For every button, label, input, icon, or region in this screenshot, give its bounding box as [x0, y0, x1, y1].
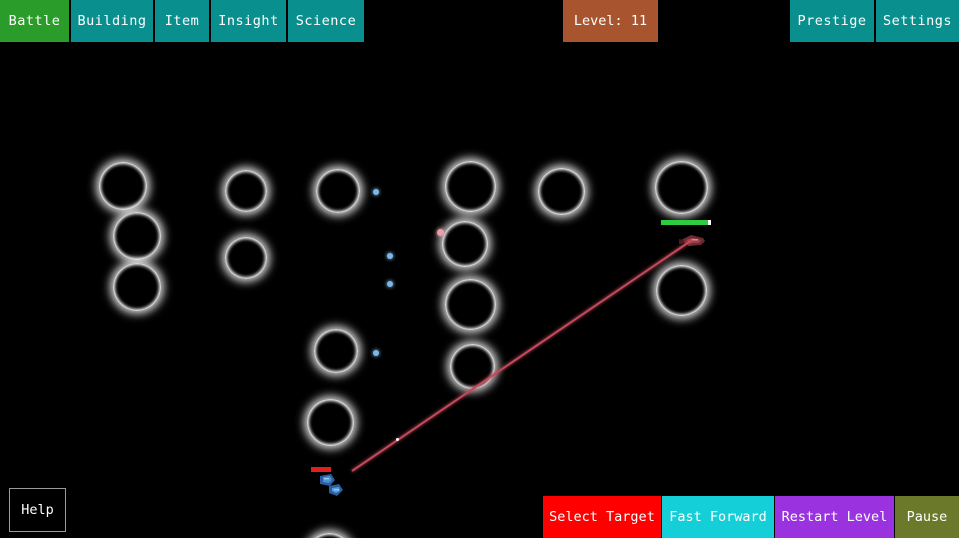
- game-screen: Battle Building Item Insight Science Level: …: [0, 0, 959, 538]
- help-button-label: Help: [21, 502, 54, 518]
- unit-glow-ring: [113, 263, 161, 311]
- nav-tab-item[interactable]: Item: [155, 0, 209, 42]
- nav-tab-settings[interactable]: Settings: [876, 0, 959, 42]
- help-button[interactable]: Help: [9, 488, 66, 532]
- nav-tab-label: Science: [295, 13, 357, 29]
- unit-glow-ring: [99, 162, 147, 210]
- projectile-blue-3: [387, 281, 393, 287]
- unit-glow-ring: [538, 168, 585, 215]
- projectile-blue-1: [373, 189, 379, 195]
- unit-glow-ring: [307, 399, 354, 446]
- unit-glow-ring: [225, 170, 267, 212]
- enemy-rock-3[interactable]: [538, 168, 585, 215]
- nav-tab-building[interactable]: Building: [71, 0, 153, 42]
- enemy-ship-4[interactable]: [656, 265, 707, 316]
- nav-tab-label: Settings: [882, 13, 953, 29]
- laser-impact-spark: [396, 438, 399, 441]
- unit-glow-ring: [306, 533, 353, 538]
- unit-glow-ring: [656, 265, 707, 316]
- battlefield[interactable]: Help: [0, 42, 959, 538]
- ally-ship-6[interactable]: [316, 169, 360, 213]
- nav-tab-battle[interactable]: Battle: [0, 0, 69, 42]
- top-navigation-bar: Battle Building Item Insight Science Level: …: [0, 0, 959, 42]
- unit-glow-ring: [442, 221, 488, 267]
- health-bar-fill: [661, 220, 708, 225]
- action-button-select-target[interactable]: Select Target: [543, 496, 661, 538]
- enemy-fighter-firing[interactable]: [679, 231, 707, 251]
- level-label: Level: 11: [573, 13, 648, 29]
- action-button-label: Select Target: [549, 509, 655, 525]
- enemy-rock-1[interactable]: [445, 161, 496, 212]
- ally-ship-7[interactable]: [314, 329, 358, 373]
- unit-glow-ring: [445, 279, 496, 330]
- unit-glow-ring: [316, 169, 360, 213]
- nav-tab-prestige[interactable]: Prestige: [790, 0, 874, 42]
- ally-ship-3[interactable]: [113, 263, 161, 311]
- ally-ship-1[interactable]: [99, 162, 147, 210]
- ally-health-bar: [311, 467, 331, 472]
- projectile-blue-4: [373, 350, 379, 356]
- action-button-label: Pause: [906, 509, 948, 525]
- unit-glow-ring: [225, 237, 267, 279]
- ally-ship-9[interactable]: [306, 533, 353, 538]
- enemy-ship-1[interactable]: [442, 221, 488, 267]
- enemy-ship-3[interactable]: [655, 161, 708, 214]
- enemy-health-bar: [661, 220, 711, 225]
- unit-glow-ring: [314, 329, 358, 373]
- enemy-rock-2[interactable]: [445, 279, 496, 330]
- unit-glow-ring: [445, 161, 496, 212]
- action-button-fast-forward[interactable]: Fast Forward: [662, 496, 774, 538]
- health-bar-fill: [311, 467, 331, 472]
- unit-glow-ring: [450, 344, 495, 389]
- action-button-label: Restart Level: [781, 509, 888, 525]
- enemy-ship-2[interactable]: [450, 344, 495, 389]
- ally-ship-4[interactable]: [225, 170, 267, 212]
- level-indicator: Level: 11: [563, 0, 658, 42]
- ally-ship-5[interactable]: [225, 237, 267, 279]
- nav-tab-label: Building: [77, 13, 147, 29]
- ally-ship-2[interactable]: [113, 212, 161, 260]
- nav-tab-label: Item: [164, 13, 200, 29]
- nav-tab-label: Battle: [8, 13, 61, 29]
- nav-tab-label: Insight: [218, 13, 279, 29]
- projectile-blue-2: [387, 253, 393, 259]
- nav-tab-insight[interactable]: Insight: [211, 0, 286, 42]
- enemy-laser-beam: [351, 239, 693, 472]
- projectile-pink-1: [437, 229, 444, 236]
- nav-tab-science[interactable]: Science: [288, 0, 364, 42]
- health-bar-empty: [707, 220, 711, 225]
- action-button-pause[interactable]: Pause: [895, 496, 959, 538]
- unit-glow-ring: [655, 161, 708, 214]
- action-button-label: Fast Forward: [669, 509, 767, 525]
- unit-glow-ring: [113, 212, 161, 260]
- ally-fighter-hit[interactable]: [317, 472, 347, 500]
- ally-ship-8[interactable]: [307, 399, 354, 446]
- action-button-restart-level[interactable]: Restart Level: [775, 496, 894, 538]
- nav-tab-label: Prestige: [797, 13, 867, 29]
